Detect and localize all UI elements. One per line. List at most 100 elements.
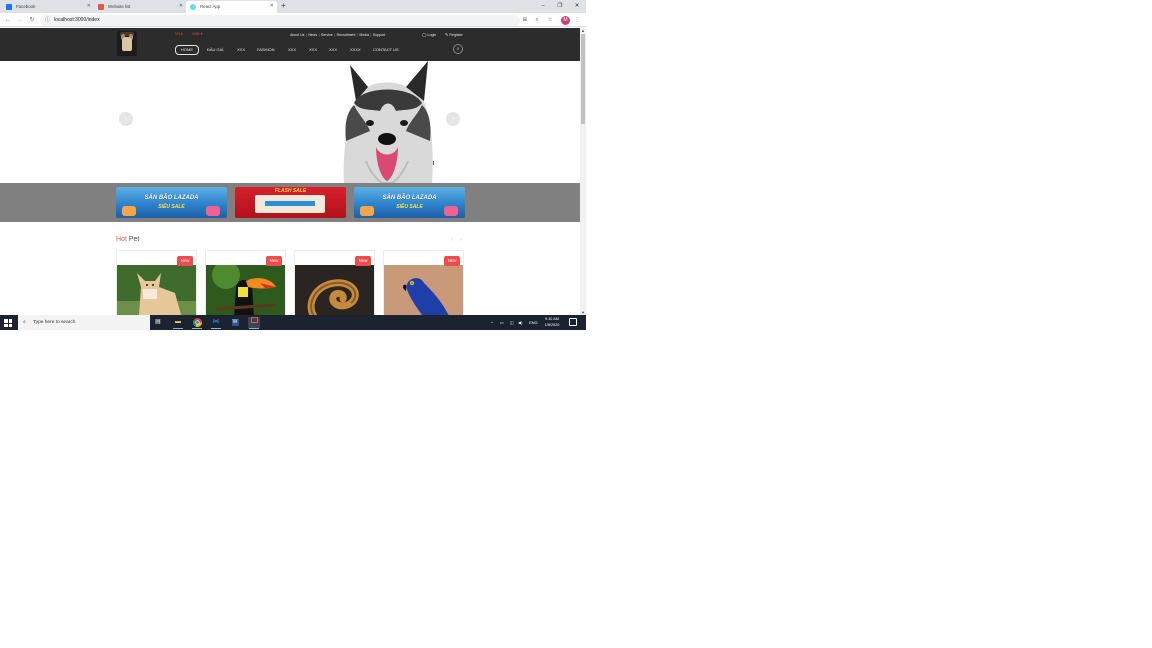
hero-next-button[interactable]: › <box>446 112 460 126</box>
pet-card-snake[interactable]: New <box>294 250 375 315</box>
tab-title: React App <box>200 4 221 9</box>
promo-banner-lazada[interactable]: SĂN BÃO LAZADA SIÊU SALE <box>116 187 227 218</box>
top-links: About Us | News | Service | Recruitment | Media |… <box>290 33 385 38</box>
close-window-button[interactable]: ✕ <box>568 0 586 12</box>
husky-image <box>343 61 433 183</box>
tab-title: Facebook <box>16 4 36 9</box>
currency-select[interactable]: VND ▾ <box>192 32 202 37</box>
close-icon[interactable]: ✕ <box>270 1 274 12</box>
new-badge: New <box>444 256 460 266</box>
menu-icon[interactable]: ⋮ <box>572 14 582 26</box>
react-icon <box>190 4 196 10</box>
hot-pet-title: Hot Pet <box>116 235 139 245</box>
hero-prev-button[interactable]: ‹ <box>119 112 133 126</box>
address-bar[interactable]: ⓘ localhost:3000/index <box>40 14 520 26</box>
site-header: VN ▾ VND ▾ About Us | News | Service | Recruit… <box>0 28 580 61</box>
new-badge: New <box>177 256 193 266</box>
snipping-tool-icon[interactable] <box>248 317 260 329</box>
maximize-button[interactable]: ❐ <box>551 0 569 12</box>
toucan-photo <box>206 265 285 315</box>
translate-icon[interactable]: ⊞ <box>520 14 530 26</box>
notification-icon[interactable] <box>569 318 577 326</box>
nav-fashion[interactable]: FASHION <box>257 45 275 55</box>
login-link[interactable]: ◯Login <box>422 32 436 38</box>
battery-icon[interactable]: ▭ <box>500 315 504 330</box>
top-link-news[interactable]: News <box>308 33 317 37</box>
logo-dog-shape <box>122 37 132 51</box>
top-link-about[interactable]: About Us <box>290 33 304 37</box>
url-text[interactable]: localhost:3000/index <box>54 15 100 26</box>
info-icon[interactable]: ⓘ <box>45 15 50 26</box>
login-label: Login <box>427 33 437 37</box>
nav-item-xxx[interactable]: XXX <box>288 45 296 55</box>
taskbar-search-placeholder: Type here to search <box>33 320 76 325</box>
hero-slider: ‹ › <box>0 61 580 183</box>
search-icon[interactable]: ⌕ <box>453 44 463 54</box>
back-button[interactable]: ← <box>3 14 13 26</box>
chrome-icon[interactable] <box>191 317 203 329</box>
tab-facebook[interactable]: Facebook ✕ <box>2 1 94 13</box>
taskbar-clock[interactable]: 9:10 AM 1/8/2020 <box>540 317 564 328</box>
new-tab-button[interactable]: + <box>281 1 286 11</box>
network-icon[interactable]: ◫ <box>510 315 514 330</box>
language-select[interactable]: VN ▾ <box>175 32 183 37</box>
pet-card-toucan[interactable]: New <box>205 250 286 315</box>
tab-title: Website list <box>108 4 131 9</box>
scrollbar-thumb[interactable] <box>581 34 585 124</box>
nav-home[interactable]: HOME <box>175 45 199 55</box>
top-link-recruitment[interactable]: Recruitment <box>337 33 356 37</box>
nav-contact-us[interactable]: CONTACT US <box>373 45 399 55</box>
forward-button[interactable]: → <box>15 14 25 26</box>
text-cursor <box>433 161 434 165</box>
reload-button[interactable]: ↻ <box>27 14 37 26</box>
new-badge: New <box>355 256 371 266</box>
nav-item-xxxx[interactable]: XXXX <box>350 45 361 55</box>
taskbar-search-box[interactable]: ⌕ Type here to search <box>18 315 150 330</box>
hot-pet-next-button[interactable]: › <box>460 235 462 245</box>
banner-strip-shape <box>265 201 315 206</box>
windows-start-icon[interactable] <box>4 319 12 327</box>
pet-label: Pet <box>126 236 140 243</box>
banner-title: FLASH SALE <box>274 188 307 194</box>
nav-item-xxx[interactable]: XXX <box>237 45 245 55</box>
scroll-up-icon[interactable]: ▲ <box>580 28 586 33</box>
promo-banner-flash-sale[interactable]: FLASH SALE <box>235 187 346 218</box>
tab-react-app[interactable]: React App ✕ <box>186 1 277 13</box>
vscode-icon[interactable]: ⋈ <box>210 317 222 329</box>
file-explorer-icon[interactable]: ▬ <box>172 317 184 329</box>
zoom-icon[interactable]: ⌕ <box>532 14 542 26</box>
volume-icon[interactable]: ◀) <box>518 315 522 330</box>
bookmark-star-icon[interactable]: ☆ <box>545 14 555 26</box>
hot-pet-prev-button[interactable]: ‹ <box>451 235 453 245</box>
nav-item-xxx[interactable]: XXX <box>309 45 317 55</box>
close-icon[interactable]: ✕ <box>179 1 183 12</box>
top-link-service[interactable]: Service <box>321 33 333 37</box>
register-link[interactable]: ✎Register <box>445 32 463 38</box>
promo-banner-strip: SĂN BÃO LAZADA SIÊU SALE FLASH SALE SĂN … <box>0 183 580 222</box>
snake-photo <box>295 265 374 315</box>
minimize-button[interactable]: – <box>534 0 552 12</box>
tab-website-list[interactable]: Website list ✕ <box>94 1 186 13</box>
page-scrollbar[interactable]: ▲ ▼ <box>580 28 586 315</box>
close-icon[interactable]: ✕ <box>87 1 91 12</box>
word-icon[interactable]: W <box>229 317 241 328</box>
banner-title: SĂN BÃO LAZADA <box>144 195 199 201</box>
clock-date: 1/8/2020 <box>544 322 560 327</box>
tray-chevron-icon[interactable]: ^ <box>491 315 493 330</box>
promo-banner-lazada[interactable]: SĂN BÃO LAZADA SIÊU SALE <box>354 187 465 218</box>
task-view-icon[interactable]: ▤ <box>152 317 164 328</box>
register-label: Register <box>449 33 463 37</box>
top-link-support[interactable]: Support <box>373 33 385 37</box>
site-logo[interactable] <box>117 31 137 56</box>
hot-label: Hot <box>116 236 127 243</box>
pet-card-akita[interactable]: New <box>116 250 197 315</box>
nav-dau-gia[interactable]: ĐẤU GIÁ <box>207 45 223 55</box>
akita-photo <box>117 265 196 315</box>
top-link-media[interactable]: Media <box>359 33 369 37</box>
pet-card-macaw[interactable]: New <box>383 250 464 315</box>
nav-item-xxx[interactable]: XXX <box>329 45 337 55</box>
website-list-icon <box>98 4 104 10</box>
input-language[interactable]: ENG <box>529 315 538 330</box>
banner-subtitle: SIÊU SALE <box>158 204 185 210</box>
profile-avatar[interactable]: M <box>561 15 570 25</box>
